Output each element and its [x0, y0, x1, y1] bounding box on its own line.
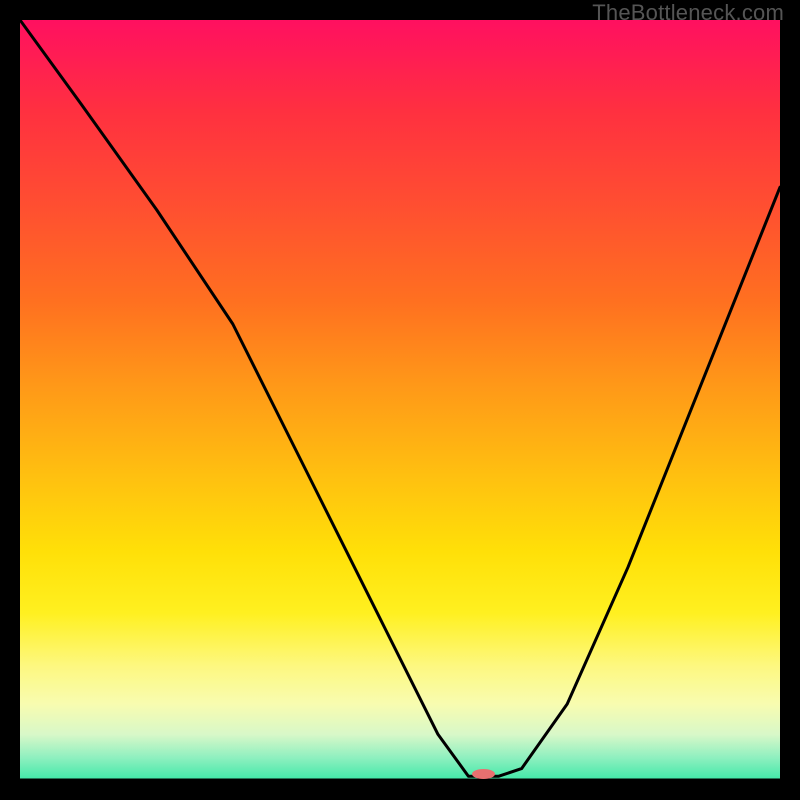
bottleneck-curve	[20, 20, 780, 776]
chart-container: TheBottleneck.com	[0, 0, 800, 800]
chart-svg-layer	[20, 20, 780, 780]
attribution-text: TheBottleneck.com	[592, 0, 784, 26]
